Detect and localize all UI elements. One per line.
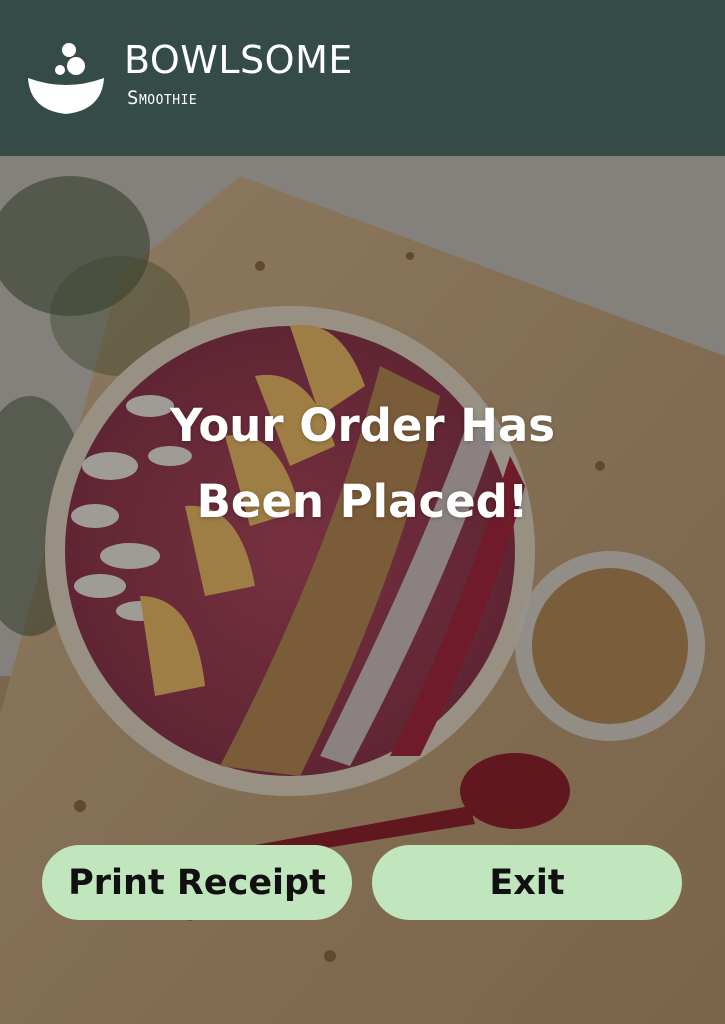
bowl-logo-icon (28, 43, 104, 114)
heading-line-1: Your Order Has (169, 399, 556, 452)
brand-subtitle: Smoothie (127, 87, 198, 109)
app-header: BOWLSOME Smoothie (0, 0, 725, 156)
order-placed-heading: Your Order Has Been Placed! (0, 388, 725, 540)
brand-name: BOWLSOME (124, 38, 353, 82)
order-confirmation-screen: BOWLSOME Smoothie Your Order Has Been Pl… (0, 0, 725, 1024)
exit-button[interactable]: Exit (372, 845, 682, 920)
print-receipt-button[interactable]: Print Receipt (42, 845, 352, 920)
heading-line-2: Been Placed! (196, 475, 529, 528)
